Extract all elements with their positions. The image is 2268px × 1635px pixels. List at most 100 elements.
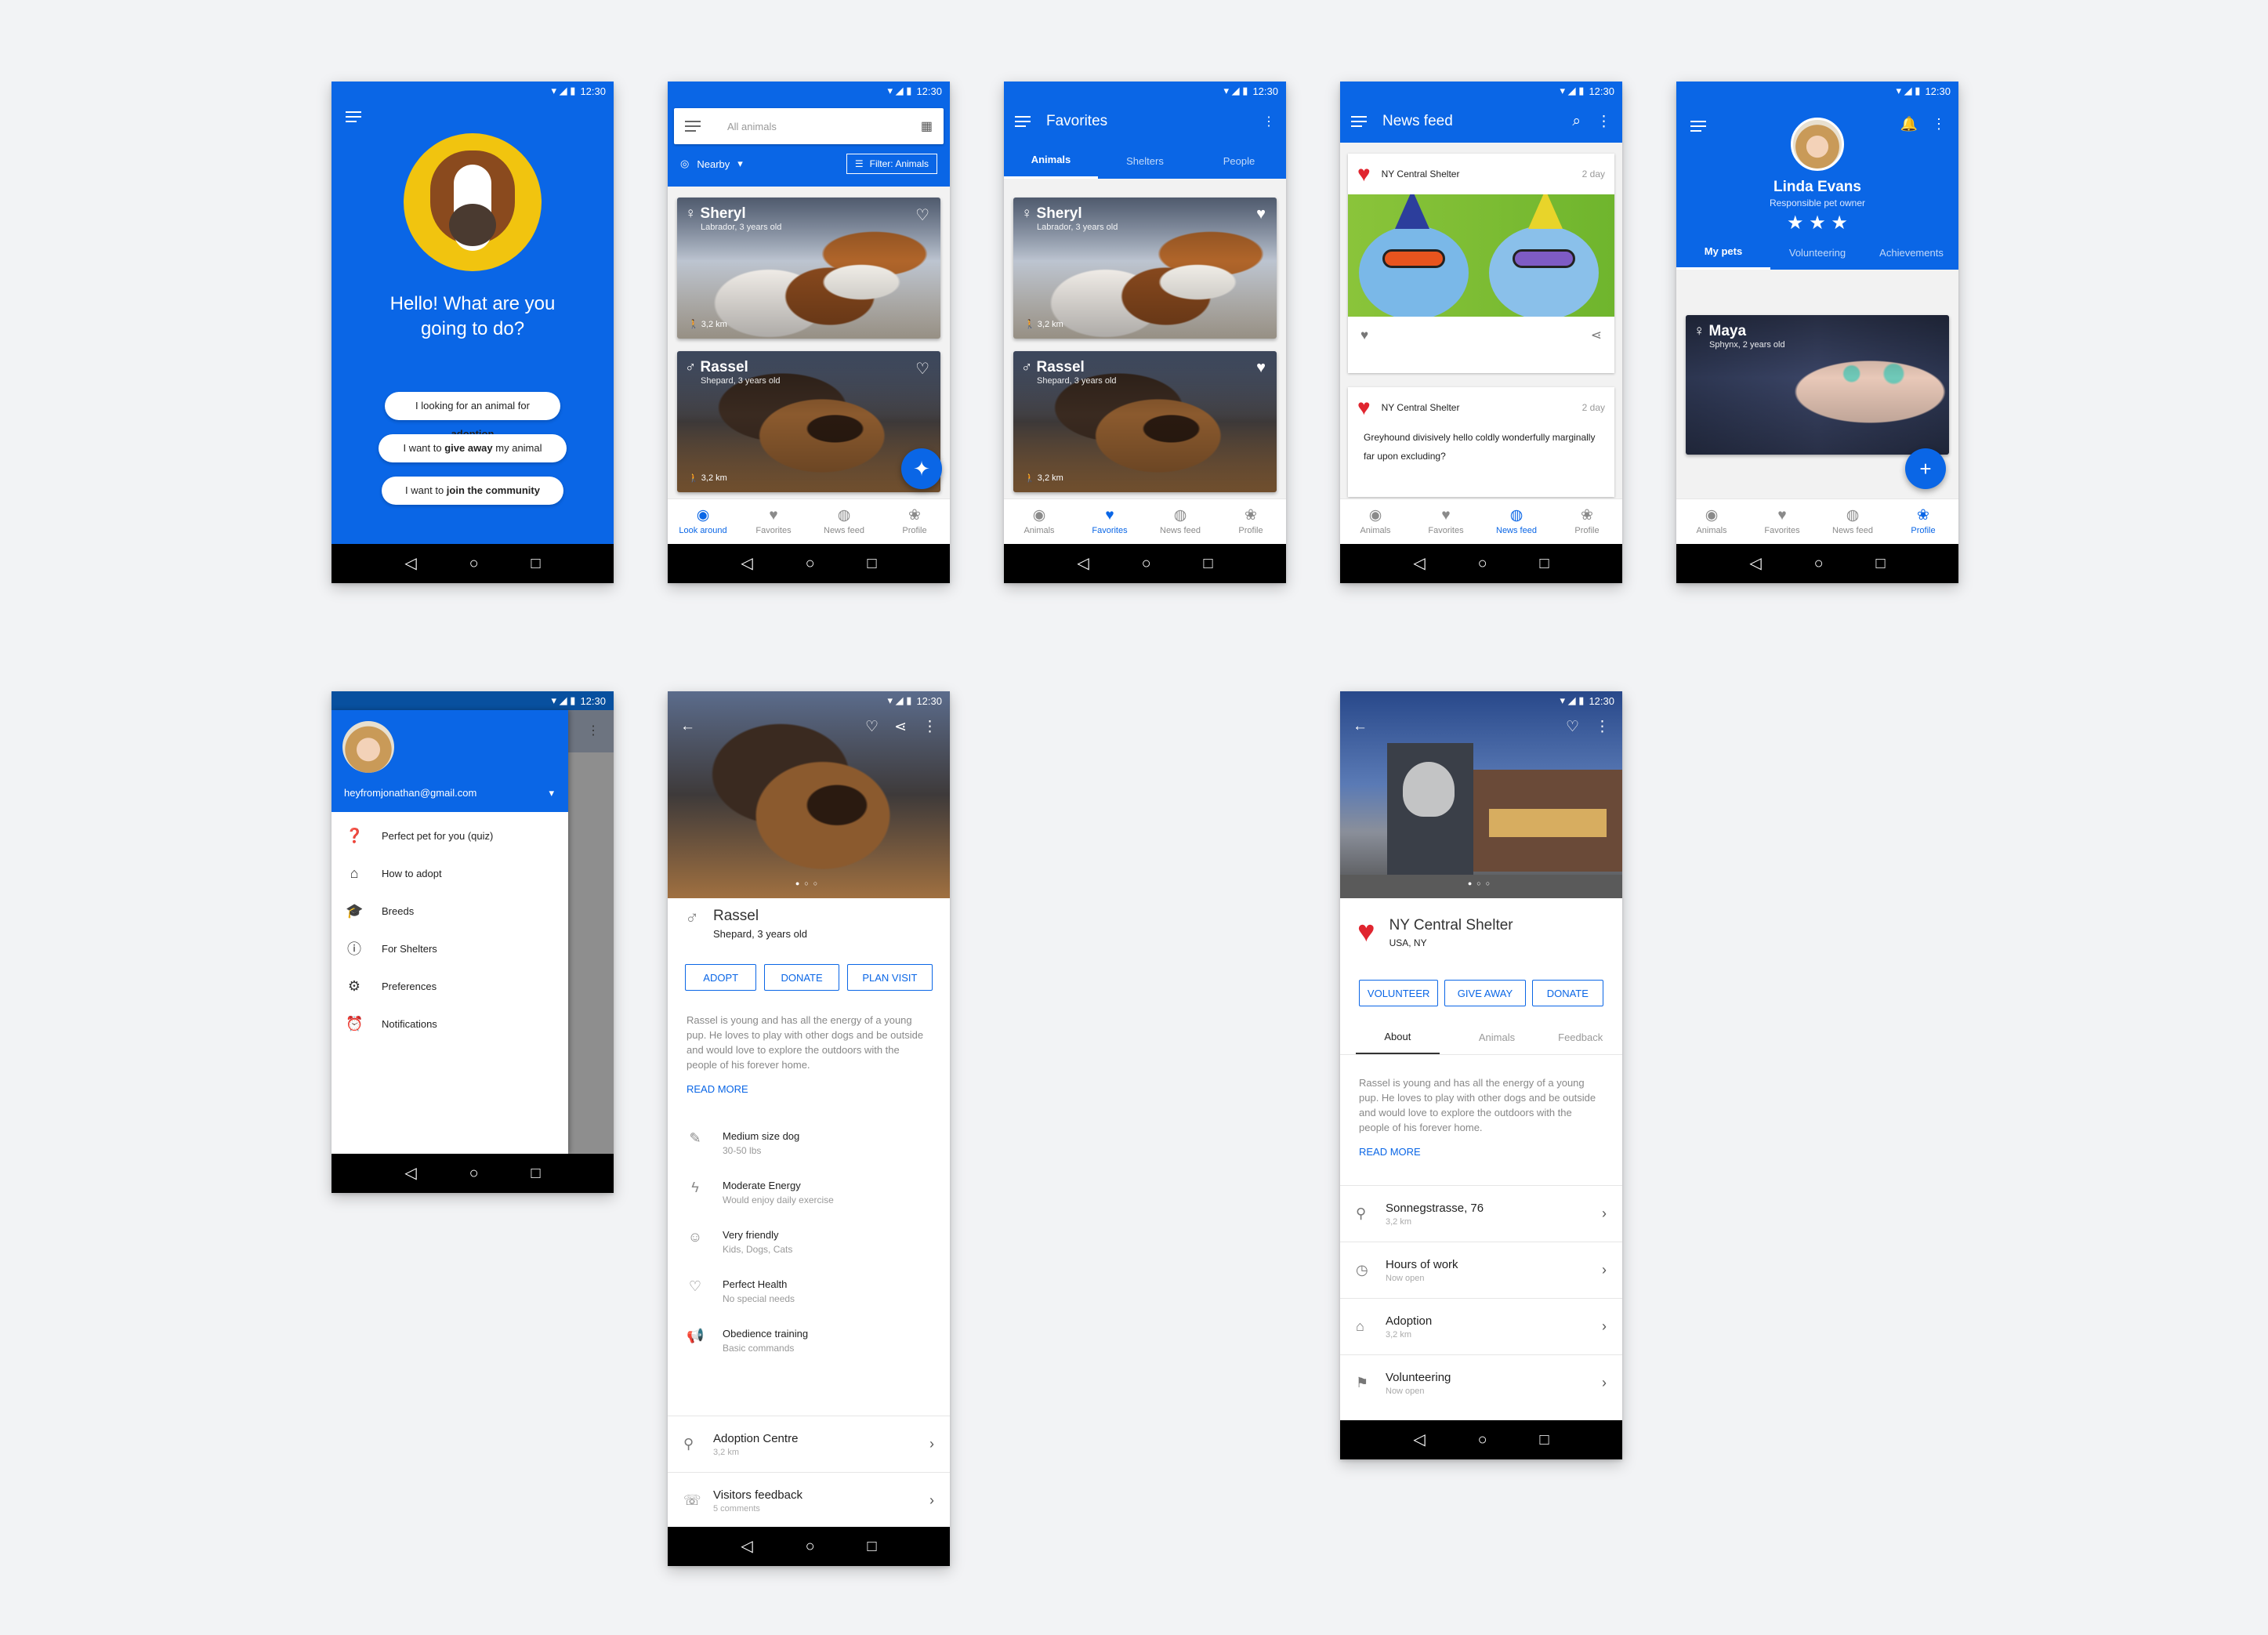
nav-favorites[interactable]: ♥ Favorites [1078, 508, 1141, 535]
menu-icon[interactable] [346, 111, 361, 122]
animal-card[interactable]: ♀ Sheryl Labrador, 3 years old ♥ 🚶 3,2 k… [1013, 198, 1277, 339]
join-community-option-button[interactable]: I want to join the community [382, 477, 563, 505]
heart-icon[interactable]: ♡ [915, 205, 929, 225]
volunteer-button[interactable]: VOLUNTEER [1359, 980, 1439, 1006]
back-nav-button[interactable]: ◁ [404, 556, 416, 571]
nav-news-feed[interactable]: ◍ News feed [1821, 508, 1884, 535]
tab-people[interactable]: People [1192, 143, 1286, 179]
adoption-row[interactable]: ⌂ Adoption 3,2 km › [1340, 1298, 1622, 1354]
news-post[interactable]: ♥ NY Central Shelter 2 day ♥ ⋖ [1348, 154, 1614, 373]
animal-card[interactable]: ♂ Rassel Shepard, 3 years old ♥ 🚶 3,2 km [1013, 351, 1277, 492]
nav-favorites[interactable]: ♥ Favorites [1415, 508, 1477, 535]
read-more-link[interactable]: READ MORE [668, 1072, 950, 1095]
drawer-item-preferences[interactable]: ⚙ Preferences [332, 967, 568, 1005]
search-icon[interactable]: ⌕ [1572, 113, 1581, 131]
volunteering-row[interactable]: ⚑ Volunteering Now open › [1340, 1354, 1622, 1411]
back-nav-button[interactable]: ◁ [1077, 556, 1089, 571]
search-bar[interactable]: All animals ▦ [674, 108, 944, 144]
home-nav-button[interactable]: ○ [806, 556, 815, 571]
back-nav-button[interactable]: ◁ [1749, 556, 1761, 571]
adoption-centre-row[interactable]: ⚲ Adoption Centre 3,2 km › [668, 1416, 950, 1472]
add-pet-fab[interactable]: + [1905, 448, 1946, 489]
heart-icon[interactable]: ♡ [865, 718, 879, 736]
address-row[interactable]: ⚲ Sonnegstrasse, 76 3,2 km › [1340, 1185, 1622, 1242]
tab-volunteering[interactable]: Volunteering [1770, 235, 1864, 270]
recents-nav-button[interactable]: □ [1203, 556, 1212, 571]
recents-nav-button[interactable]: □ [531, 1166, 540, 1181]
tab-animals[interactable]: Animals [1004, 143, 1098, 179]
hours-row[interactable]: ◷ Hours of work Now open › [1340, 1242, 1622, 1298]
recents-nav-button[interactable]: □ [1539, 1432, 1549, 1448]
more-icon[interactable]: ⋮ [1263, 114, 1275, 129]
nav-news-feed[interactable]: ◍ News feed [813, 508, 875, 535]
nav-news-feed[interactable]: ◍ News feed [1485, 508, 1548, 535]
drawer-item-quiz[interactable]: ❓ Perfect pet for you (quiz) [332, 817, 568, 854]
home-nav-button[interactable]: ○ [469, 556, 479, 571]
tab-animals[interactable]: Animals [1455, 1021, 1539, 1054]
visitors-feedback-row[interactable]: ☏ Visitors feedback 5 comments › [668, 1472, 950, 1528]
heart-icon[interactable]: ♡ [915, 359, 929, 379]
like-icon[interactable]: ♥ [1360, 328, 1368, 343]
read-more-link[interactable]: READ MORE [1340, 1135, 1622, 1158]
tab-feedback[interactable]: Feedback [1538, 1021, 1622, 1054]
back-nav-button[interactable]: ◁ [1413, 556, 1425, 571]
map-icon[interactable]: ▦ [921, 118, 933, 134]
nav-favorites[interactable]: ♥ Favorites [1751, 508, 1813, 535]
magic-wand-fab[interactable]: ✦ [901, 448, 942, 489]
recents-nav-button[interactable]: □ [867, 556, 876, 571]
nav-news-feed[interactable]: ◍ News feed [1149, 508, 1212, 535]
nav-favorites[interactable]: ♥ Favorites [742, 508, 805, 535]
donate-button[interactable]: DONATE [1531, 980, 1603, 1006]
nav-animals[interactable]: ◉ Animals [1680, 508, 1743, 535]
filter-button[interactable]: ☰ Filter: Animals [846, 154, 937, 174]
home-nav-button[interactable]: ○ [1142, 556, 1151, 571]
drawer-item-for-shelters[interactable]: ⓘ For Shelters [332, 930, 568, 967]
plan-visit-button[interactable]: PLAN VISIT [846, 964, 933, 991]
pet-card[interactable]: ♀ Maya Sphynx, 2 years old [1686, 315, 1949, 455]
recents-nav-button[interactable]: □ [867, 1539, 876, 1554]
nav-animals[interactable]: ◉ Animals [1344, 508, 1407, 535]
nav-look-around[interactable]: ◉ Look around [672, 508, 734, 535]
menu-icon[interactable] [1015, 116, 1031, 127]
recents-nav-button[interactable]: □ [1875, 556, 1885, 571]
share-icon[interactable]: ⋖ [1591, 328, 1602, 343]
recents-nav-button[interactable]: □ [1539, 556, 1549, 571]
menu-icon[interactable] [1351, 116, 1367, 127]
home-nav-button[interactable]: ○ [1478, 556, 1487, 571]
nav-profile[interactable]: ❀ Profile [1219, 508, 1282, 535]
back-arrow-icon[interactable]: ← [1353, 718, 1368, 736]
heart-filled-icon[interactable]: ♥ [1256, 205, 1266, 223]
give-away-option-button[interactable]: I want to give away my animal [379, 434, 567, 462]
nearby-dropdown[interactable]: ◎ Nearby ▾ [680, 158, 743, 170]
more-icon[interactable]: ⋮ [922, 718, 937, 736]
menu-icon[interactable] [1690, 121, 1706, 132]
more-icon[interactable]: ⋮ [1932, 116, 1946, 132]
drawer-item-how-to-adopt[interactable]: ⌂ How to adopt [332, 854, 568, 892]
give-away-button[interactable]: GIVE AWAY [1444, 980, 1526, 1006]
back-nav-button[interactable]: ◁ [741, 556, 752, 571]
drawer-item-notifications[interactable]: ⏰ Notifications [332, 1005, 568, 1042]
animal-card[interactable]: ♀ Sheryl Labrador, 3 years old ♡ 🚶 3,2 k… [677, 198, 940, 339]
home-nav-button[interactable]: ○ [469, 1166, 479, 1181]
home-nav-button[interactable]: ○ [1814, 556, 1824, 571]
nav-profile[interactable]: ❀ Profile [1556, 508, 1618, 535]
heart-filled-icon[interactable]: ♥ [1256, 359, 1266, 377]
search-input[interactable]: All animals [727, 121, 894, 132]
menu-icon[interactable] [685, 121, 701, 132]
nav-profile[interactable]: ❀ Profile [883, 508, 946, 535]
back-nav-button[interactable]: ◁ [1413, 1432, 1425, 1448]
drawer-item-breeds[interactable]: 🎓 Breeds [332, 892, 568, 930]
share-icon[interactable]: ⋖ [894, 718, 907, 736]
tab-shelters[interactable]: Shelters [1098, 143, 1192, 179]
adoption-option-button[interactable]: I looking for an animal for adoption [385, 392, 560, 440]
back-arrow-icon[interactable]: ← [680, 718, 695, 736]
nav-animals[interactable]: ◉ Animals [1008, 508, 1071, 535]
more-icon[interactable]: ⋮ [1595, 718, 1610, 736]
tab-my-pets[interactable]: My pets [1676, 235, 1770, 270]
adopt-button[interactable]: ADOPT [685, 964, 757, 991]
back-nav-button[interactable]: ◁ [741, 1539, 752, 1554]
heart-icon[interactable]: ♡ [1566, 718, 1579, 736]
news-post[interactable]: ♥ NY Central Shelter 2 day Greyhound divis… [1348, 387, 1614, 497]
recents-nav-button[interactable]: □ [531, 556, 540, 571]
tab-about[interactable]: About [1356, 1021, 1440, 1054]
